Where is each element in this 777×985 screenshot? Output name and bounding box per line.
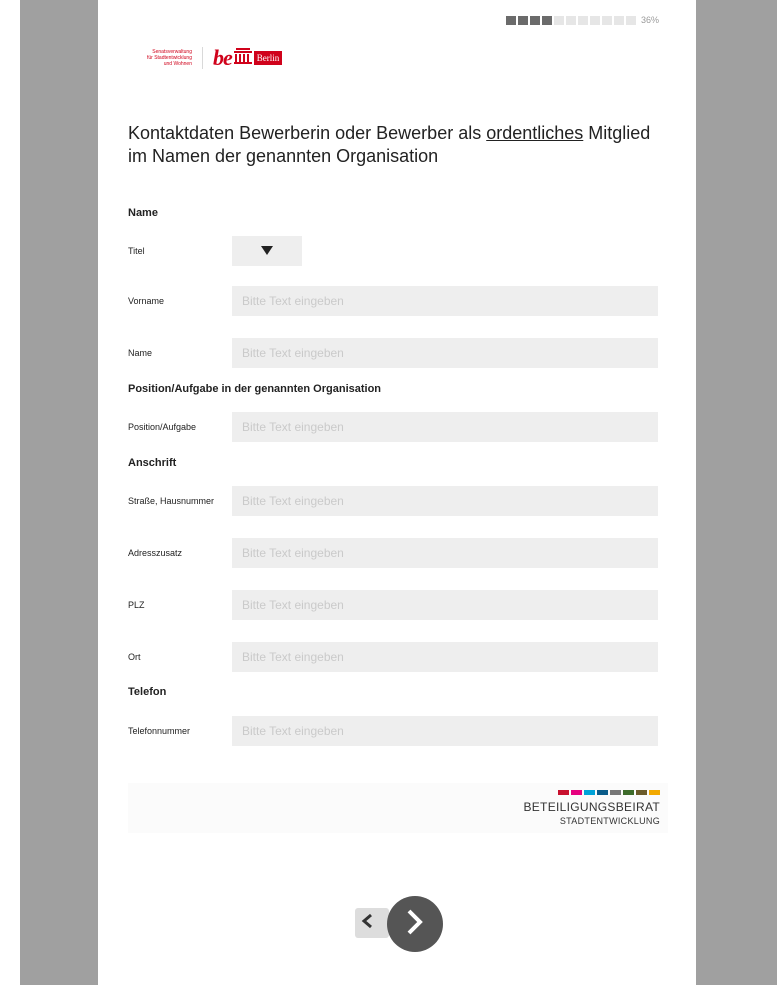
color-bars (523, 790, 660, 795)
caret-down-icon (261, 242, 273, 260)
chevron-left-icon (361, 913, 373, 934)
survey-panel: 36% Senatsverwaltung für Stadtentwicklun… (98, 0, 696, 985)
progress-percent: 36% (641, 15, 660, 25)
back-button[interactable] (355, 908, 389, 938)
telefonnummer-input[interactable] (232, 716, 658, 746)
brandenburg-gate-icon (233, 47, 252, 69)
titel-label: Titel (128, 246, 145, 256)
be-wordmark: be (213, 45, 233, 70)
senat-text: Senatsverwaltung für Stadtentwicklung un… (128, 49, 192, 67)
progress-segment (614, 15, 624, 25)
row-vorname: Vorname (128, 286, 658, 316)
next-button[interactable] (387, 896, 443, 952)
progress-indicator: 36% (506, 14, 659, 26)
section-name: Name (128, 207, 158, 219)
color-bar (584, 790, 595, 795)
row-titel: Titel (128, 236, 658, 266)
row-adresszusatz: Adresszusatz (128, 538, 658, 568)
strasse-label: Straße, Hausnummer (128, 496, 215, 506)
progress-segment (602, 15, 612, 25)
name-label: Name (128, 348, 153, 358)
adresszusatz-input[interactable] (232, 538, 658, 568)
vorname-input[interactable] (232, 286, 658, 316)
beirat-subtitle: STADTENTWICKLUNG (559, 816, 660, 826)
row-telefonnummer: Telefonnummer (128, 716, 658, 746)
titel-dropdown[interactable] (232, 236, 302, 266)
section-telefon: Telefon (128, 686, 167, 698)
color-bar (558, 790, 569, 795)
progress-segment (566, 15, 576, 25)
progress-segment (542, 15, 552, 25)
row-position: Position/Aufgabe (128, 412, 658, 442)
progress-segment (530, 15, 540, 25)
senat-line: und Wohnen (163, 61, 192, 67)
row-ort: Ort (128, 642, 658, 672)
progress-segment (554, 15, 564, 25)
chevron-right-icon (405, 908, 425, 941)
row-plz: PLZ (128, 590, 658, 620)
position-label: Position/Aufgabe (128, 422, 197, 432)
color-bar (597, 790, 608, 795)
adresszusatz-label: Adresszusatz (128, 548, 183, 558)
title-part: Kontaktdaten Bewerberin oder Bewerber al… (128, 123, 487, 143)
page-title: Kontaktdaten Bewerberin oder Bewerber al… (128, 122, 668, 168)
telefonnummer-label: Telefonnummer (128, 726, 191, 736)
color-bar (623, 790, 634, 795)
ort-input[interactable] (232, 642, 658, 672)
beteiligungsbeirat-logo: BETEILIGUNGSBEIRAT STADTENTWICKLUNG (523, 790, 660, 826)
berlin-logo: Senatsverwaltung für Stadtentwicklung un… (128, 45, 283, 71)
strasse-input[interactable] (232, 486, 658, 516)
navigation (353, 896, 443, 952)
color-bar (649, 790, 660, 795)
color-bar (636, 790, 647, 795)
left-margin (0, 0, 20, 985)
section-anschrift: Anschrift (128, 457, 177, 469)
color-bar (610, 790, 621, 795)
color-bar (571, 790, 582, 795)
berlin-label: Berlin (253, 51, 283, 65)
name-input[interactable] (232, 338, 658, 368)
vorname-label: Vorname (128, 296, 165, 306)
position-input[interactable] (232, 412, 658, 442)
section-position: Position/Aufgabe in der genannten Organi… (128, 383, 382, 395)
progress-segment (518, 15, 528, 25)
progress-segment (590, 15, 600, 25)
ort-label: Ort (128, 652, 141, 662)
progress-segment (578, 15, 588, 25)
row-name: Name (128, 338, 658, 368)
row-strasse: Straße, Hausnummer (128, 486, 658, 516)
progress-segment (626, 15, 636, 25)
plz-input[interactable] (232, 590, 658, 620)
logo-divider (202, 47, 203, 69)
progress-segment (506, 15, 516, 25)
title-underlined: ordentliches (486, 123, 584, 143)
plz-label: PLZ (128, 600, 145, 610)
beirat-title: BETEILIGUNGSBEIRAT (523, 800, 660, 814)
